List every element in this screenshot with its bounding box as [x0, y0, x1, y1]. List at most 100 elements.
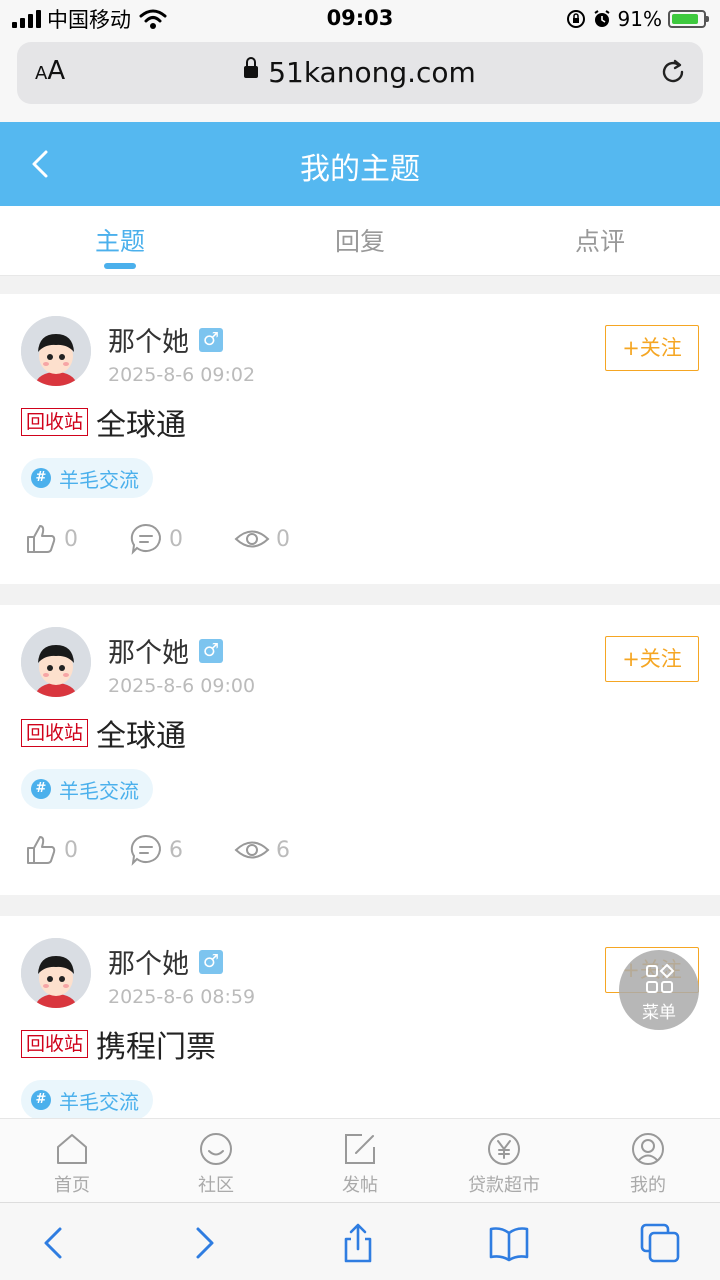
follow-button[interactable]: +关注	[605, 325, 699, 371]
browser-forward-icon[interactable]	[182, 1221, 226, 1265]
eye-icon	[234, 841, 270, 859]
lock-icon	[244, 57, 259, 78]
status-right: 91%	[566, 6, 709, 32]
view-stat: 0	[234, 522, 339, 556]
comment-count: 0	[169, 526, 183, 552]
avatar[interactable]	[21, 316, 91, 386]
browser-toolbar	[0, 1202, 720, 1280]
post-time: 2025-8-6 09:00	[108, 675, 256, 697]
hash-icon: #	[31, 779, 51, 799]
comment-icon	[130, 834, 161, 866]
post-title-row[interactable]: 回收站 全球通	[21, 400, 186, 444]
status-bar: 中国移动 09:03 91%	[0, 0, 720, 40]
comment-count: 6	[169, 837, 183, 863]
like-stat[interactable]: 0	[24, 833, 129, 867]
male-icon: ♂	[199, 327, 223, 352]
hash-icon: #	[31, 468, 51, 488]
url-field[interactable]: AA 51kanong.com	[17, 42, 703, 104]
comment-stat[interactable]: 0	[129, 522, 234, 556]
bookmarks-icon[interactable]	[487, 1221, 531, 1265]
floating-menu-button[interactable]: 菜单	[619, 950, 699, 1030]
rotation-lock-icon	[566, 10, 585, 28]
post-title[interactable]: 全球通	[96, 711, 186, 755]
follow-button[interactable]: +关注	[605, 636, 699, 682]
nav-loan-market[interactable]: 贷款超市	[432, 1119, 576, 1202]
male-icon: ♂	[199, 949, 223, 974]
tabs-icon[interactable]	[638, 1221, 682, 1265]
post-title-row[interactable]: 回收站 携程门票	[21, 1022, 216, 1066]
comment-icon	[130, 523, 161, 555]
topic-label: 羊毛交流	[59, 467, 139, 492]
post-stats: 0 0 0	[24, 522, 339, 556]
avatar-image	[21, 627, 91, 697]
tab-bar: 主题 回复 点评	[0, 206, 720, 276]
post-title[interactable]: 携程门票	[96, 1022, 216, 1066]
share-icon[interactable]	[336, 1221, 380, 1265]
battery-percent: 91%	[617, 7, 662, 31]
category-tag: 回收站	[21, 1030, 89, 1058]
app-header: 我的主题	[0, 122, 720, 206]
view-count: 0	[276, 526, 290, 552]
nav-loan-market-label: 贷款超市	[468, 1175, 540, 1196]
topic-tag[interactable]: # 羊毛交流	[21, 769, 153, 809]
topic-tag[interactable]: # 羊毛交流	[21, 1080, 153, 1120]
post-list: 那个她 ♂ 2025-8-6 09:02 +关注 回收站 全球通 # 羊毛交流 …	[0, 294, 720, 1227]
author-row: 那个她 ♂	[108, 631, 223, 670]
url-text: 51kanong.com	[268, 56, 476, 89]
like-icon	[27, 836, 56, 864]
avatar[interactable]	[21, 627, 91, 697]
author-name[interactable]: 那个她	[108, 320, 189, 359]
floating-menu-label: 菜单	[642, 1003, 676, 1023]
browser-address-bar: AA 51kanong.com	[0, 40, 720, 122]
category-tag: 回收站	[21, 408, 89, 436]
avatar-image	[21, 316, 91, 386]
page-title: 我的主题	[300, 152, 420, 187]
nav-home[interactable]: 首页	[0, 1119, 144, 1202]
post-stats: 0 6 6	[24, 833, 339, 867]
view-stat: 6	[234, 833, 339, 867]
nav-compose-label: 发帖	[342, 1175, 378, 1196]
comment-stat[interactable]: 6	[129, 833, 234, 867]
post-time: 2025-8-6 09:02	[108, 364, 256, 386]
reload-icon[interactable]	[657, 56, 689, 88]
yen-icon	[488, 1133, 520, 1165]
nav-profile[interactable]: 我的	[576, 1119, 720, 1202]
post-title[interactable]: 全球通	[96, 400, 186, 444]
like-stat[interactable]: 0	[24, 522, 129, 556]
alarm-icon	[593, 10, 610, 27]
community-icon	[200, 1133, 232, 1165]
nav-community[interactable]: 社区	[144, 1119, 288, 1202]
browser-back-icon[interactable]	[32, 1221, 76, 1265]
male-icon: ♂	[199, 638, 223, 663]
post-time: 2025-8-6 08:59	[108, 986, 256, 1008]
nav-profile-label: 我的	[630, 1175, 666, 1196]
topic-tag[interactable]: # 羊毛交流	[21, 458, 153, 498]
like-count: 0	[64, 526, 78, 552]
post-title-row[interactable]: 回收站 全球通	[21, 711, 186, 755]
nav-compose[interactable]: 发帖	[288, 1119, 432, 1202]
battery-icon	[668, 10, 709, 28]
compose-icon	[345, 1134, 375, 1164]
author-row: 那个她 ♂	[108, 942, 223, 981]
category-tag: 回收站	[21, 719, 89, 747]
avatar-image	[21, 938, 91, 1008]
author-name[interactable]: 那个她	[108, 942, 189, 981]
topic-label: 羊毛交流	[59, 1089, 139, 1114]
like-icon	[27, 525, 56, 553]
author-row: 那个她 ♂	[108, 320, 223, 359]
tab-topics[interactable]: 主题	[0, 206, 240, 275]
post-card[interactable]: 那个她 ♂ 2025-8-6 09:00 +关注 回收站 全球通 # 羊毛交流 …	[0, 605, 720, 895]
tab-replies[interactable]: 回复	[240, 206, 480, 275]
url-display[interactable]: 51kanong.com	[17, 56, 703, 89]
tab-reviews[interactable]: 点评	[480, 206, 720, 275]
nav-community-label: 社区	[198, 1175, 234, 1196]
avatar[interactable]	[21, 938, 91, 1008]
topic-label: 羊毛交流	[59, 778, 139, 803]
grid-icon	[646, 964, 675, 993]
nav-home-label: 首页	[54, 1175, 90, 1196]
post-card[interactable]: 那个她 ♂ 2025-8-6 09:02 +关注 回收站 全球通 # 羊毛交流 …	[0, 294, 720, 584]
author-name[interactable]: 那个她	[108, 631, 189, 670]
hash-icon: #	[31, 1090, 51, 1110]
eye-icon	[234, 530, 270, 548]
bottom-nav: 首页 社区 发帖 贷款超市 我的	[0, 1118, 720, 1202]
